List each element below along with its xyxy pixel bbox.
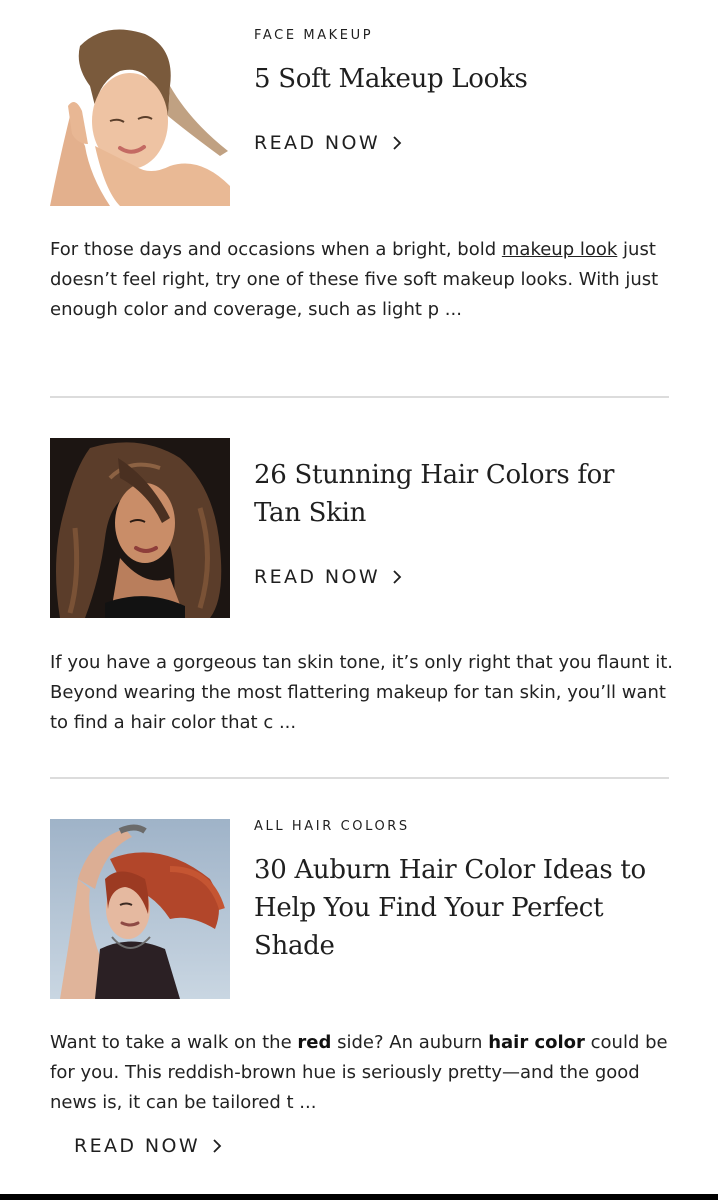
makeup-look-link[interactable]: makeup look xyxy=(502,239,617,260)
article-card-tan-skin-hair: 26 Stunning Hair Colors for Tan Skin REA… xyxy=(50,438,673,748)
article-excerpt: If you have a gorgeous tan skin tone, it… xyxy=(50,652,673,733)
title-line: Tan Skin xyxy=(254,498,367,528)
read-now-label: READ NOW xyxy=(74,1135,201,1157)
read-now-link[interactable]: READ NOW xyxy=(254,132,404,154)
read-now-label: READ NOW xyxy=(254,566,381,588)
article-excerpt: For those days and occasions when a brig… xyxy=(50,235,675,325)
woman-portrait-image xyxy=(50,26,230,206)
chevron-right-icon xyxy=(393,570,402,584)
read-now-label: READ NOW xyxy=(254,132,381,154)
article-title[interactable]: 26 Stunning Hair Colors for Tan Skin xyxy=(254,456,669,532)
title-line: Shade xyxy=(254,931,335,961)
article-meta: 26 Stunning Hair Colors for Tan Skin REA… xyxy=(254,456,669,588)
bottom-bar xyxy=(0,1194,718,1200)
article-thumbnail-tan-skin-hair[interactable] xyxy=(50,438,230,618)
article-thumbnail-soft-makeup[interactable] xyxy=(50,26,230,206)
article-divider xyxy=(50,396,669,398)
article-category[interactable]: FACE MAKEUP xyxy=(254,28,669,44)
excerpt-text: For those days and occasions when a brig… xyxy=(50,239,502,260)
read-now-link[interactable]: READ NOW xyxy=(74,1135,224,1157)
title-line: Help You Find Your Perfect xyxy=(254,893,604,923)
excerpt-text: Want to take a walk on the xyxy=(50,1032,298,1053)
hair-color-keyword: hair color xyxy=(488,1032,585,1053)
woman-brown-hair-image xyxy=(50,438,230,618)
article-meta: ALL HAIR COLORS 30 Auburn Hair Color Ide… xyxy=(254,819,669,965)
article-category[interactable]: ALL HAIR COLORS xyxy=(254,819,669,835)
title-line: 30 Auburn Hair Color Ideas to xyxy=(254,855,646,885)
read-now-link[interactable]: READ NOW xyxy=(254,566,404,588)
woman-auburn-hair-image xyxy=(50,819,230,999)
chevron-right-icon xyxy=(393,136,402,150)
article-title[interactable]: 30 Auburn Hair Color Ideas to Help You F… xyxy=(254,851,669,965)
article-excerpt: Want to take a walk on the red side? An … xyxy=(50,1028,675,1118)
article-divider xyxy=(50,777,669,779)
excerpt-text-continued: side? An auburn xyxy=(331,1032,489,1053)
red-keyword: red xyxy=(297,1032,332,1053)
article-card-auburn-hair: ALL HAIR COLORS 30 Auburn Hair Color Ide… xyxy=(50,819,669,1179)
article-card-soft-makeup: FACE MAKEUP 5 Soft Makeup Looks READ NOW… xyxy=(50,26,669,366)
chevron-right-icon xyxy=(213,1139,222,1153)
article-thumbnail-auburn-hair[interactable] xyxy=(50,819,230,999)
title-line: 26 Stunning Hair Colors for xyxy=(254,460,615,490)
article-meta: FACE MAKEUP 5 Soft Makeup Looks READ NOW xyxy=(254,28,669,154)
article-title[interactable]: 5 Soft Makeup Looks xyxy=(254,60,669,98)
